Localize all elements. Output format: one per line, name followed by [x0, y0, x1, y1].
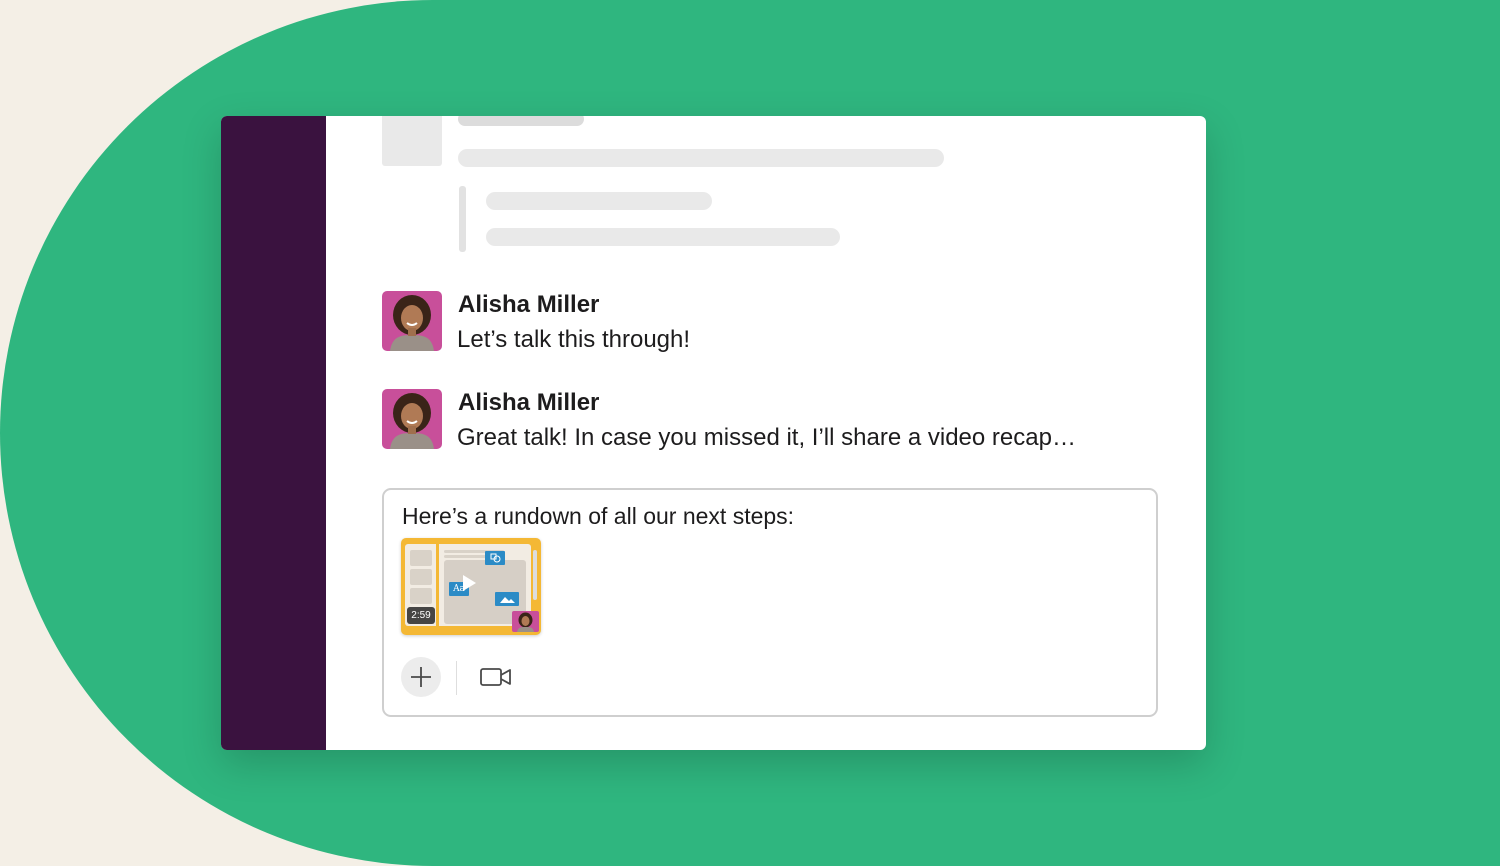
video-preview-slide — [410, 550, 432, 566]
video-duration: 2:59 — [407, 607, 435, 624]
chat-window: Alisha Miller Let’s talk this through! A… — [221, 116, 1206, 750]
workspace-sidebar — [221, 116, 326, 750]
add-button[interactable] — [401, 657, 441, 697]
shapes-icon — [485, 551, 505, 565]
placeholder-avatar — [382, 116, 442, 166]
plus-icon — [411, 667, 431, 687]
record-video-button[interactable] — [480, 664, 512, 690]
video-preview-slide — [410, 569, 432, 585]
placeholder-quote-line — [486, 228, 840, 246]
play-icon[interactable] — [463, 575, 476, 591]
message-composer[interactable]: Here’s a rundown of all our next steps: … — [382, 488, 1158, 717]
video-camera-icon — [480, 668, 511, 686]
video-attachment[interactable]: Aa 2:59 — [401, 538, 541, 635]
sender-name[interactable]: Alisha Miller — [458, 389, 599, 417]
video-preview-scrollbar — [533, 550, 537, 600]
message-text: Let’s talk this through! — [457, 326, 691, 353]
presenter-thumbnail — [512, 611, 539, 632]
video-preview-divider — [436, 544, 439, 626]
composer-text[interactable]: Here’s a rundown of all our next steps: — [402, 502, 794, 530]
toolbar-divider — [456, 661, 457, 695]
placeholder-quote-bar — [459, 186, 466, 252]
avatar[interactable] — [382, 389, 442, 449]
placeholder-line — [458, 149, 944, 167]
placeholder-name — [458, 116, 584, 126]
avatar[interactable] — [382, 291, 442, 351]
sender-name[interactable]: Alisha Miller — [458, 291, 599, 319]
image-icon — [495, 592, 519, 606]
message-text: Great talk! In case you missed it, I’ll … — [457, 424, 1076, 451]
video-preview-slide — [410, 588, 432, 604]
placeholder-quote-line — [486, 192, 712, 210]
message-pane: Alisha Miller Let’s talk this through! A… — [326, 116, 1206, 750]
